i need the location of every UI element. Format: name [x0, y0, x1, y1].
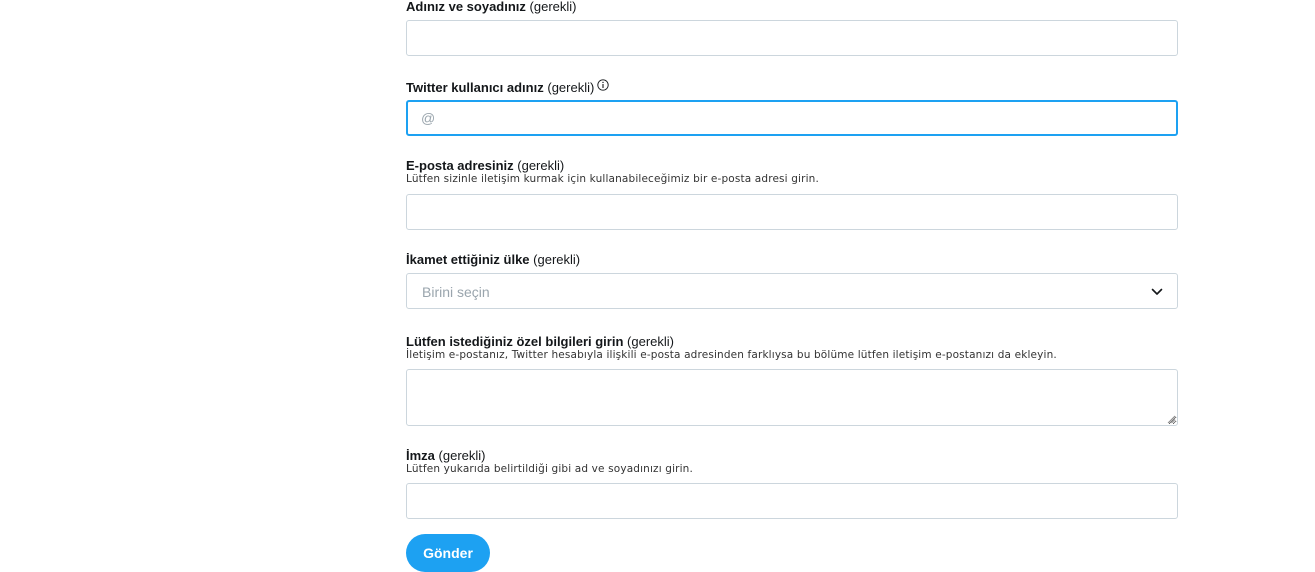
details-hint: İletişim e-postanız, Twitter hesabıyla i…	[406, 349, 1057, 361]
country-field-label: İkamet ettiğiniz ülke (gerekli)	[406, 252, 1178, 267]
submit-button[interactable]: Gönder	[406, 534, 490, 572]
signature-required: (gerekli)	[438, 448, 486, 463]
email-label: E-posta adresiniz	[406, 158, 514, 173]
name-input[interactable]	[406, 20, 1178, 56]
email-required: (gerekli)	[517, 158, 565, 173]
name-field-label: Adınız ve soyadınız (gerekli)	[406, 0, 1178, 14]
twitter-label: Twitter kullanıcı adınız	[406, 80, 544, 95]
details-required: (gerekli)	[627, 334, 674, 349]
twitter-username-input[interactable]	[406, 100, 1178, 136]
twitter-field-label: Twitter kullanıcı adınız (gerekli)	[406, 79, 1178, 95]
resize-grip-icon[interactable]	[1167, 415, 1176, 424]
details-textarea[interactable]	[406, 369, 1178, 426]
signature-hint: Lütfen yukarıda belirtildiği gibi ad ve …	[406, 463, 693, 475]
twitter-required: (gerekli)	[547, 80, 595, 95]
details-label: Lütfen istediğiniz özel bilgileri girin	[406, 334, 624, 349]
country-required: (gerekli)	[533, 252, 581, 267]
country-select[interactable]: Birini seçin	[406, 273, 1178, 309]
email-input[interactable]	[406, 194, 1178, 230]
chevron-down-icon	[1151, 288, 1163, 295]
details-textarea-wrapper	[406, 369, 1178, 426]
name-required: (gerekli)	[529, 0, 577, 14]
signature-field-label: İmza (gerekli) Lütfen yukarıda belirtild…	[406, 448, 1178, 475]
country-label: İkamet ettiğiniz ülke	[406, 252, 530, 267]
info-icon[interactable]	[597, 79, 609, 91]
name-label: Adınız ve soyadınız	[406, 0, 526, 14]
email-hint: Lütfen sizinle iletişim kurmak için kull…	[406, 173, 819, 185]
signature-input[interactable]	[406, 483, 1178, 519]
country-select-value: Birini seçin	[422, 284, 490, 300]
signature-label: İmza	[406, 448, 435, 463]
email-field-label: E-posta adresiniz (gerekli) Lütfen sizin…	[406, 158, 1178, 185]
details-field-label: Lütfen istediğiniz özel bilgileri girin …	[406, 334, 1178, 361]
